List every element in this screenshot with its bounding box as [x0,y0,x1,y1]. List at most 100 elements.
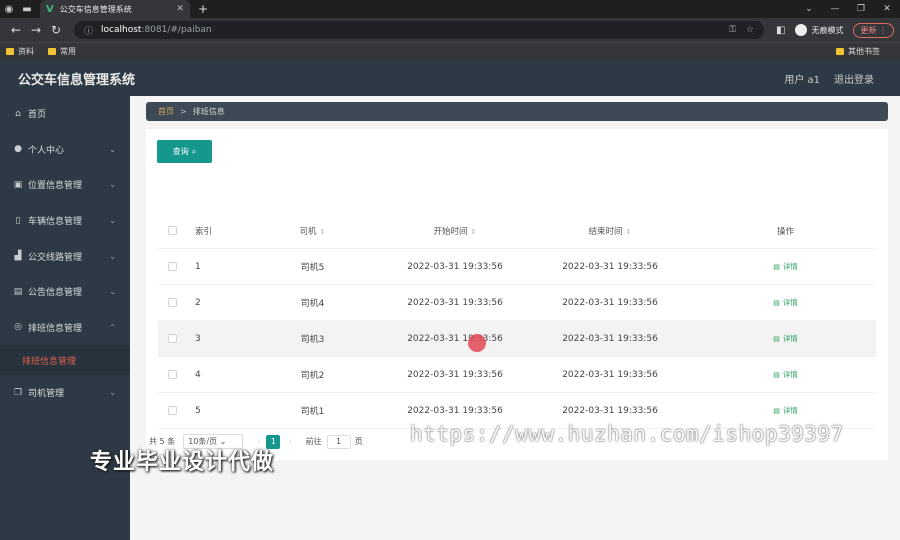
document-icon: ▤ [773,371,780,379]
detail-label: 详情 [782,262,798,271]
url-host: localhost [101,25,142,35]
side-panel-icon[interactable]: ◧ [776,25,785,36]
document-icon: ▤ [773,407,780,415]
sidebar-item-location[interactable]: ▣ 位置信息管理 ⌄ [0,167,130,203]
end-header-label: 结束时间 [588,226,623,237]
row-checkbox[interactable] [168,370,177,379]
cell-start-time: 2022-03-31 19:33:56 [407,297,503,308]
sidebar-item-home[interactable]: ⌂ 首页 [0,96,130,132]
update-button[interactable]: 更新 ⋮ [853,22,894,38]
browser-tab[interactable]: V 公交车信息管理系统 ✕ [40,0,190,18]
vehicle-icon: ▯ [15,215,21,226]
cell-driver: 司机4 [300,299,325,309]
tab-title: 公交车信息管理系统 [59,4,132,14]
chevron-down-icon: ⌄ [109,388,116,398]
detail-button[interactable]: ▤ 详情 [773,334,798,343]
schedule-icon: ◎ [14,322,22,333]
home-icon: ⌂ [15,108,21,119]
bookmark-folder[interactable]: 常用 [48,46,76,57]
close-tab-icon[interactable]: ✕ [176,4,184,14]
sort-icon[interactable]: ⇕ [320,228,326,236]
goto-label: 前往 [305,437,322,446]
cursor-indicator [468,334,486,352]
app-title: 公交车信息管理系统 [18,72,136,88]
goto-page-input[interactable]: 1 [326,434,351,449]
new-tab-icon[interactable]: + [198,2,208,16]
cell-index: 1 [195,261,201,272]
bookmark-label: 资料 [18,47,34,56]
sidebar-item-profile[interactable]: ● 个人中心 ⌄ [0,132,130,168]
row-checkbox[interactable] [168,334,177,343]
detail-button[interactable]: ▤ 详情 [773,370,798,379]
breadcrumb: 首页 > 排班信息 [146,102,888,121]
sort-icon[interactable]: ⇕ [471,228,477,236]
logout-button[interactable]: 退出登录 [834,71,874,86]
sidebar-item-schedule[interactable]: ◎ 排班信息管理 ⌃ [0,310,130,346]
notice-icon: ▤ [13,286,23,297]
sidebar-item-driver[interactable]: ❐ 司机管理 ⌄ [0,375,130,411]
chevron-down-icon: ⌄ [109,287,116,297]
column-header-start[interactable]: 开始时间 ⇕ [385,225,525,237]
sidebar-item-label: 首页 [28,110,47,121]
detail-button[interactable]: ▤ 详情 [773,406,798,415]
next-page-icon[interactable]: › [288,437,291,446]
chevron-down-icon: ⌄ [109,144,116,154]
query-button[interactable]: 查询 ⌕ [157,140,212,163]
breadcrumb-home[interactable]: 首页 [158,106,174,117]
bookmark-label: 常用 [60,47,76,56]
tab-search-icon[interactable]: ⌄ [796,0,822,18]
row-checkbox[interactable] [168,406,177,415]
sidebar-item-notice[interactable]: ▤ 公告信息管理 ⌄ [0,274,130,310]
other-bookmarks[interactable]: 其他书签 [836,46,880,57]
restore-icon[interactable]: ❐ [848,0,874,18]
detail-label: 详情 [782,334,798,343]
back-icon[interactable]: ← [6,23,26,37]
column-header-end[interactable]: 结束时间 ⇕ [525,225,695,237]
detail-button[interactable]: ▤ 详情 [773,298,798,307]
cell-end-time: 2022-03-31 19:33:56 [562,261,658,272]
cell-index: 2 [195,297,201,308]
cell-start-time: 2022-03-31 19:33:56 [407,333,503,344]
breadcrumb-current: 排班信息 [192,107,225,116]
sidebar-item-label: 个人中心 [28,145,65,156]
detail-label: 详情 [782,370,798,379]
start-header-label: 开始时间 [433,226,468,237]
row-checkbox[interactable] [168,262,177,271]
table-row: 4 司机2 2022-03-31 19:33:56 2022-03-31 19:… [158,357,876,393]
route-icon: ▟ [14,251,22,262]
document-icon: ▤ [773,299,780,307]
row-checkbox[interactable] [168,298,177,307]
column-header-driver[interactable]: 司机 ⇕ [240,225,385,237]
select-all-checkbox[interactable] [168,226,177,235]
url-field[interactable]: ⓘ localhost :8081/#/paiban ⚿ ☆ [74,21,764,39]
sidebar-item-vehicle[interactable]: ▯ 车辆信息管理 ⌄ [0,203,130,239]
cell-end-time: 2022-03-31 19:33:56 [562,333,658,344]
sort-icon[interactable]: ⇕ [626,228,632,236]
password-key-icon[interactable]: ⚿ [729,25,736,35]
reload-icon[interactable]: ↻ [46,23,66,37]
watermark-url: https://www.huzhan.com/ishop39397 [410,422,844,446]
update-label: 更新 [860,25,877,35]
tab-overview-icon[interactable]: ▬ [18,0,36,18]
incognito-indicator[interactable]: 无痕模式 [795,24,843,36]
cell-driver: 司机1 [300,407,325,417]
chevron-down-icon: ⌄ [109,251,116,261]
sidebar-subitem-schedule[interactable]: 排班信息管理 [0,345,130,376]
bookmark-folder[interactable]: 资料 [6,46,34,57]
cell-end-time: 2022-03-31 19:33:56 [562,369,658,380]
sidebar-item-label: 位置信息管理 [28,181,83,192]
user-label[interactable]: 用户 a1 [784,71,820,86]
close-window-icon[interactable]: ✕ [874,0,900,18]
cell-index: 5 [195,405,201,416]
minimize-icon[interactable]: — [822,0,848,18]
driver-icon: ❐ [13,387,23,398]
sidebar-item-label: 排班信息管理 [28,323,83,334]
globe-icon: ◉ [4,3,14,15]
incognito-label: 无痕模式 [811,25,844,35]
detail-button[interactable]: ▤ 详情 [773,262,798,271]
site-info-icon[interactable]: ⓘ [84,24,93,37]
driver-header-label: 司机 [299,226,317,237]
forward-icon[interactable]: → [26,23,46,37]
bookmark-star-icon[interactable]: ☆ [746,25,754,35]
sidebar-item-route[interactable]: ▟ 公交线路管理 ⌄ [0,238,130,274]
